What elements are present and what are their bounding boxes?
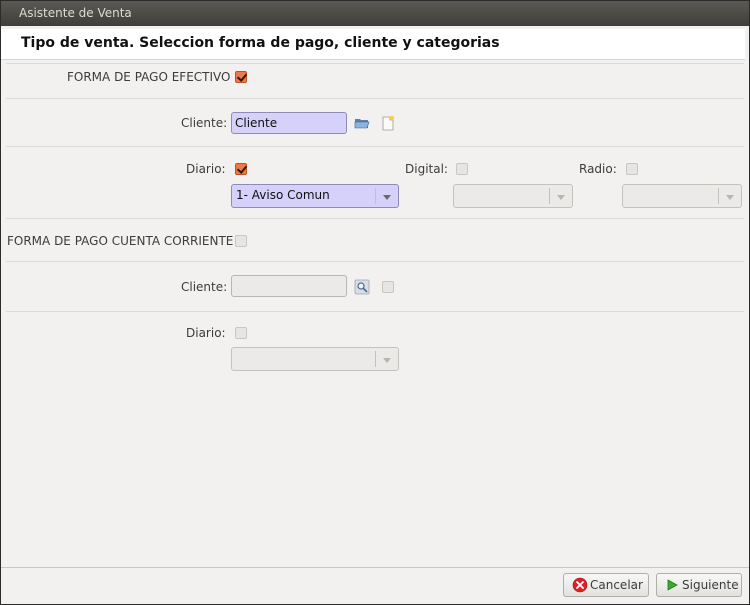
page-title: Tipo de venta. Seleccion forma de pago, … (21, 35, 500, 51)
divider (6, 261, 744, 262)
combo-divider (718, 188, 719, 204)
cliente-label: Cliente: (181, 116, 228, 130)
combo-divider (375, 188, 376, 204)
cancel-button[interactable]: Cancelar (563, 573, 649, 597)
chevron-down-icon[interactable] (383, 195, 391, 200)
search-icon[interactable] (354, 279, 370, 295)
cc-cliente-field[interactable] (231, 275, 347, 297)
combo-divider (549, 188, 550, 204)
arrow-right-icon (665, 577, 681, 593)
cuenta-corriente-label: FORMA DE PAGO CUENTA CORRIENTE (7, 234, 234, 248)
divider (6, 146, 744, 147)
radio-label: Radio: (579, 162, 617, 176)
efectivo-label: FORMA DE PAGO EFECTIVO (67, 70, 231, 84)
combo-divider (375, 351, 376, 367)
cc-cliente-checkbox[interactable] (382, 281, 394, 293)
cuenta-corriente-checkbox[interactable] (235, 235, 247, 247)
wizard-header: Tipo de venta. Seleccion forma de pago, … (1, 29, 745, 60)
wizard-window: Asistente de Venta Tipo de venta. Selecc… (0, 0, 750, 605)
radio-combo[interactable] (622, 184, 742, 208)
chevron-down-icon[interactable] (383, 358, 391, 363)
diario-checkbox[interactable] (235, 163, 247, 175)
digital-combo[interactable] (453, 184, 573, 208)
cancel-label: Cancelar (590, 578, 643, 592)
window-title: Asistente de Venta (19, 6, 132, 20)
efectivo-checkbox[interactable] (235, 71, 247, 83)
cc-diario-checkbox[interactable] (235, 327, 247, 339)
footer-divider (1, 567, 749, 568)
divider (6, 311, 744, 312)
cliente-field[interactable]: Cliente (231, 112, 347, 134)
digital-checkbox[interactable] (456, 163, 468, 175)
title-bar[interactable]: Asistente de Venta (1, 1, 749, 26)
chevron-down-icon[interactable] (557, 195, 565, 200)
diario-label: Diario: (186, 162, 226, 176)
cc-diario-combo[interactable] (231, 347, 399, 371)
next-label: Siguiente (682, 578, 739, 592)
digital-label: Digital: (405, 162, 448, 176)
divider (6, 98, 744, 99)
cc-diario-label: Diario: (186, 326, 226, 340)
chevron-down-icon[interactable] (726, 195, 734, 200)
cancel-icon (572, 577, 588, 593)
diario-combo[interactable]: 1- Aviso Comun (231, 184, 399, 208)
diario-combo-value: 1- Aviso Comun (236, 188, 330, 202)
cc-cliente-label: Cliente: (181, 280, 228, 294)
next-button[interactable]: Siguiente (656, 573, 742, 597)
divider (6, 218, 744, 219)
new-document-icon[interactable] (380, 115, 396, 131)
radio-checkbox[interactable] (626, 163, 638, 175)
folder-open-icon[interactable] (354, 115, 370, 131)
divider (6, 63, 744, 64)
